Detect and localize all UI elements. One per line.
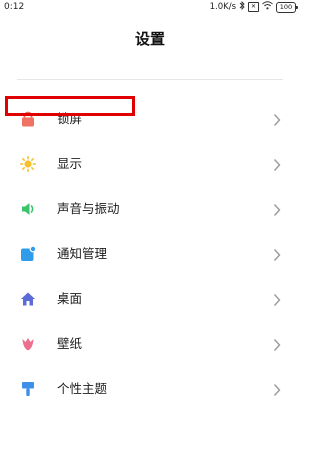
wifi-icon	[262, 1, 273, 13]
settings-item-label: 壁纸	[57, 336, 83, 351]
brush-icon	[20, 381, 36, 397]
sun-icon	[20, 156, 36, 172]
settings-item-themes[interactable]: 个性主题	[0, 367, 300, 412]
network-speed: 1.0K/s	[209, 2, 236, 12]
bluetooth-icon	[239, 0, 245, 13]
chevron-right-icon	[273, 247, 281, 261]
chevron-right-icon	[273, 292, 281, 306]
settings-item-sound-vibration[interactable]: 声音与振动	[0, 187, 300, 232]
status-bar: 0:12 1.0K/s ✕ 100	[0, 0, 300, 14]
settings-item-label: 锁屏	[57, 111, 83, 126]
settings-item-label: 通知管理	[57, 246, 108, 261]
settings-item-label: 显示	[57, 156, 83, 171]
settings-list: 锁屏 显示 声音与振动 通知管理 桌面 壁纸 个性主题	[0, 97, 300, 412]
chevron-right-icon	[273, 112, 281, 126]
settings-item-notifications[interactable]: 通知管理	[0, 232, 300, 277]
battery-icon: 100	[276, 1, 298, 13]
chevron-right-icon	[273, 157, 281, 171]
status-indicators: 1.0K/s ✕ 100	[209, 0, 298, 14]
notification-icon	[20, 246, 36, 262]
chevron-right-icon	[273, 382, 281, 396]
tulip-icon	[20, 336, 36, 352]
status-time: 0:12	[4, 2, 25, 12]
home-icon	[20, 291, 36, 307]
divider	[17, 79, 283, 80]
chevron-right-icon	[273, 202, 281, 216]
sim-icon: ✕	[248, 2, 259, 12]
settings-item-lock-screen[interactable]: 锁屏	[0, 97, 300, 142]
settings-item-display[interactable]: 显示	[0, 142, 300, 187]
lock-icon	[20, 111, 36, 127]
page-title: 设置	[134, 30, 165, 48]
speaker-icon	[20, 201, 36, 217]
settings-item-label: 声音与振动	[57, 201, 120, 216]
settings-item-wallpaper[interactable]: 壁纸	[0, 322, 300, 367]
settings-item-home-screen[interactable]: 桌面	[0, 277, 300, 322]
settings-item-label: 桌面	[57, 291, 83, 306]
settings-item-label: 个性主题	[57, 381, 108, 396]
chevron-right-icon	[273, 337, 281, 351]
